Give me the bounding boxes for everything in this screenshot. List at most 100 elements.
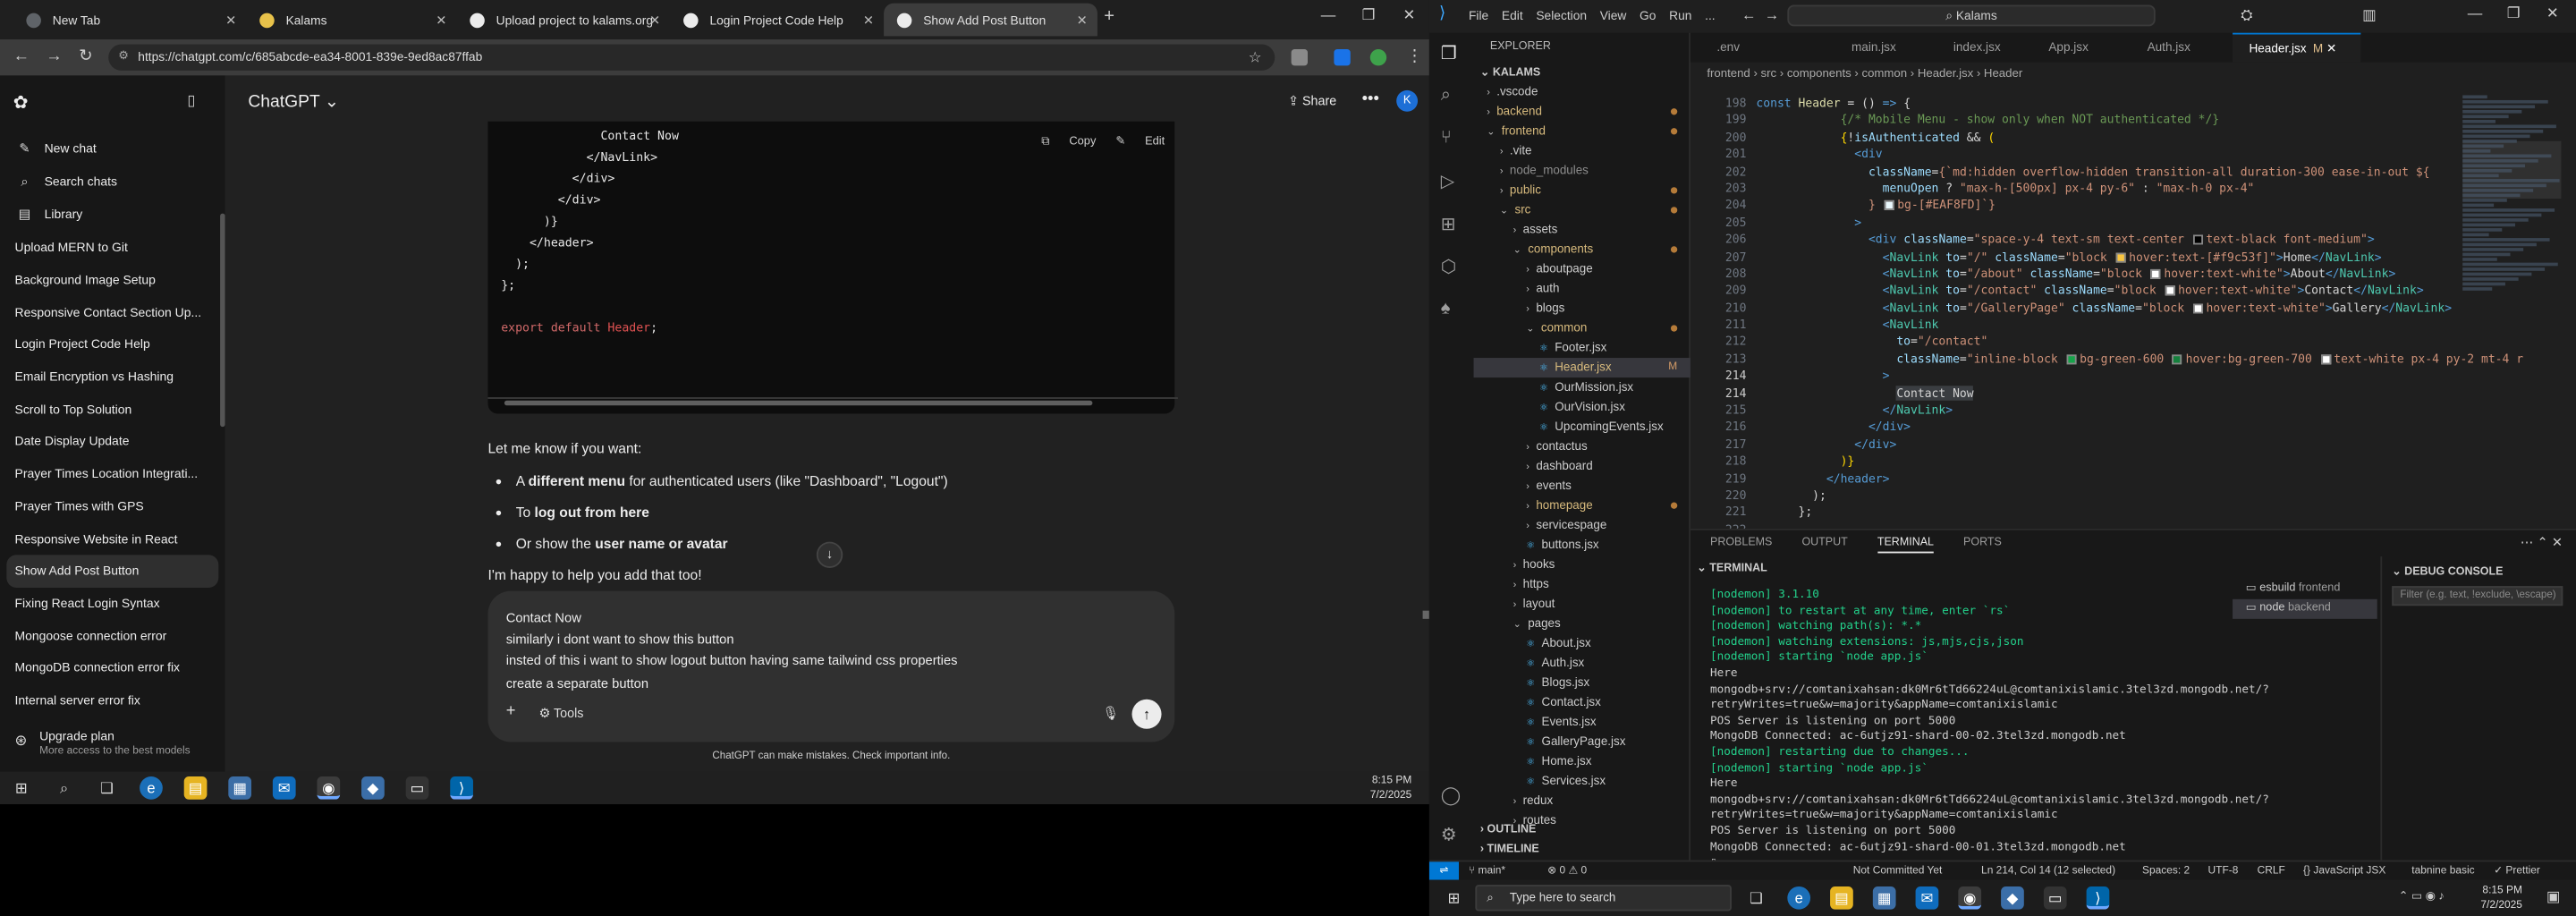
code-line[interactable]: 199 {/* Mobile Menu - show only when NOT… [1690,113,2576,130]
file-item[interactable]: ⚛ Footer.jsx [1474,338,1690,358]
explorer-icon[interactable]: ❐ [1441,43,1457,64]
menu-item[interactable]: File [1469,8,1488,23]
chat-history-item[interactable]: Prayer Times with GPS [0,490,225,522]
edge-icon[interactable]: e [1787,886,1811,910]
code-line[interactable]: 217 </div> [1690,437,2576,454]
forward-icon[interactable]: → [1765,6,1780,22]
notifications-icon[interactable]: ▣ [2546,888,2561,906]
close-window-icon[interactable]: ✕ [1403,6,1416,24]
folder-item[interactable]: ⌄ src [1474,200,1690,220]
page-scrollbar[interactable] [1422,610,1429,619]
folder-item[interactable]: › .vite [1474,141,1690,161]
debug-console-header[interactable]: ⌄ DEBUG CONSOLE [2392,564,2503,578]
taskbar-clock[interactable]: 8:15 PM 7/2/2025 [2480,885,2521,912]
folder-item[interactable]: › dashboard [1474,456,1690,476]
minimize-icon[interactable]: — [2468,5,2483,21]
folder-item[interactable]: ⌄ pages [1474,614,1690,633]
chat-history-item[interactable]: Show Add Post Button [6,555,219,588]
indent-status[interactable]: Spaces: 2 [2142,861,2190,879]
code-line[interactable]: 198 const Header = () => { [1690,95,2576,112]
terminal-section[interactable]: ⌄ TERMINAL [1697,562,1767,574]
more-options-icon[interactable]: ••• [1362,90,1379,108]
attach-plus-icon[interactable]: + [506,702,516,720]
browser-tab-upload[interactable]: Upload project to kalams.org ✕ [457,4,671,37]
editor-tab[interactable]: main.jsx [1835,33,1934,63]
windows-start-icon[interactable]: ⊞ [1443,886,1466,910]
code-line[interactable]: 201 <div [1690,147,2576,164]
chat-history-item[interactable]: Internal server error fix [0,684,225,717]
file-item[interactable]: ⚛ UpcomingEvents.jsx [1474,417,1690,437]
vscode-icon[interactable]: ⟩ [2086,886,2110,910]
folder-item[interactable]: › auth [1474,279,1690,299]
folder-item[interactable]: › aboutpage [1474,259,1690,279]
extension-icon[interactable] [1291,49,1309,66]
layout-icon[interactable]: ▥ [2362,6,2377,24]
code-line[interactable]: 213 className="inline-block bg-green-600… [1690,351,2576,368]
message-composer[interactable]: Contact Now similarly i dont want to sho… [487,590,1175,742]
code-line[interactable]: 220 ); [1690,488,2576,505]
remote-indicator-icon[interactable]: ⇌ [1428,861,1459,880]
folder-item[interactable]: › hooks [1474,555,1690,574]
openai-logo-icon[interactable]: ✿ [13,92,29,114]
panel-tab[interactable]: TERMINAL [1877,537,1934,554]
folder-item[interactable]: ⌄ frontend [1474,122,1690,141]
timeline-section[interactable]: › TIMELINE [1480,844,1539,855]
code-line[interactable]: 212 to="/contact" [1690,334,2576,351]
file-item[interactable]: ⚛ buttons.jsx [1474,535,1690,555]
editor-tab[interactable]: Header.jsx M ✕ [2233,32,2361,63]
sidebar-action-2[interactable]: ▤ Library [0,198,225,230]
folder-item[interactable]: › redux [1474,792,1690,811]
microphone-icon[interactable]: 🎙 [1102,706,1119,721]
code-line[interactable]: 221 }; [1690,505,2576,522]
editor-tab[interactable]: index.jsx [1936,33,2035,63]
menu-item[interactable]: Selection [1536,8,1587,23]
editor-tab[interactable]: .env [1700,33,1799,63]
mail-icon[interactable]: ✉ [272,776,296,800]
folder-item[interactable]: › layout [1474,594,1690,614]
file-item[interactable]: ⚛ Header.jsx M [1473,358,1690,378]
scroll-down-button[interactable]: ↓ [816,541,843,568]
panel-tab[interactable]: OUTPUT [1801,537,1847,548]
code-line[interactable]: 203 menuOpen ? "max-h-[500px] px-4 py-6"… [1690,181,2576,198]
file-item[interactable]: ⚛ Services.jsx [1474,771,1690,791]
branch-status[interactable]: ⑂ main* [1469,861,1505,879]
workspace-root[interactable]: ⌄ KALAMS [1480,65,1540,79]
close-tab-icon[interactable]: ✕ [436,13,446,28]
debug-filter-input[interactable]: Filter (e.g. text, !exclude, \escape) [2392,586,2563,606]
store-icon[interactable]: ▦ [1872,886,1896,910]
folder-item[interactable]: › .vscode [1474,82,1690,102]
code-line[interactable]: 211 <NavLink [1690,317,2576,334]
file-item[interactable]: ⚛ Blogs.jsx [1474,673,1690,692]
editor-tab[interactable]: Auth.jsx [2131,33,2229,63]
git-blame-status[interactable]: Not Committed Yet [1853,861,1943,879]
avatar[interactable]: K [1396,89,1419,112]
composer-input[interactable]: Contact Now similarly i dont want to sho… [506,607,958,694]
folder-item[interactable]: › events [1474,476,1690,496]
file-item[interactable]: ⚛ About.jsx [1474,633,1690,653]
chat-history-item[interactable]: Mongoose connection error [0,619,225,651]
sidebar-toggle-icon[interactable]: ▯ [187,92,195,110]
chat-history-item[interactable]: Background Image Setup [0,264,225,296]
code-line[interactable]: 216 </div> [1690,420,2576,437]
code-line[interactable]: 214 > [1690,369,2576,386]
system-tray-icons[interactable]: ⌃ ▭ ◉ ♪ [2399,890,2445,903]
reload-icon[interactable]: ↻ [79,47,92,65]
browser-tab-show-add-post[interactable]: Show Add Post Button ✕ [884,3,1097,37]
menu-item[interactable]: Run [1669,8,1691,23]
search-icon[interactable]: ⌕ [1441,85,1451,106]
folder-item[interactable]: › homepage [1474,496,1690,515]
browser-tab-login[interactable]: Login Project Code Help ✕ [670,4,884,37]
chat-history-item[interactable]: Prayer Times Location Integrati... [0,458,225,490]
tools-button[interactable]: ⚙ Tools [538,706,583,721]
chrome-icon[interactable]: ◉ [1958,886,1982,910]
close-tab-icon[interactable]: ✕ [1077,13,1088,28]
code-line[interactable]: 202 className={`md:hidden overflow-hidde… [1690,164,2576,181]
forward-icon[interactable]: → [46,47,62,65]
close-window-icon[interactable]: ✕ [2546,5,2559,23]
code-line[interactable]: 210 <NavLink to="/GalleryPage" className… [1690,300,2576,317]
menu-item[interactable]: ... [1705,8,1716,23]
terminal-output[interactable]: [nodemon] 3.1.10 [nodemon] to restart at … [1710,588,2269,871]
extensions-icon[interactable]: ⊞ [1441,214,1456,234]
file-explorer-icon[interactable]: ▤ [1830,886,1853,910]
file-explorer-icon[interactable]: ▤ [183,776,208,800]
